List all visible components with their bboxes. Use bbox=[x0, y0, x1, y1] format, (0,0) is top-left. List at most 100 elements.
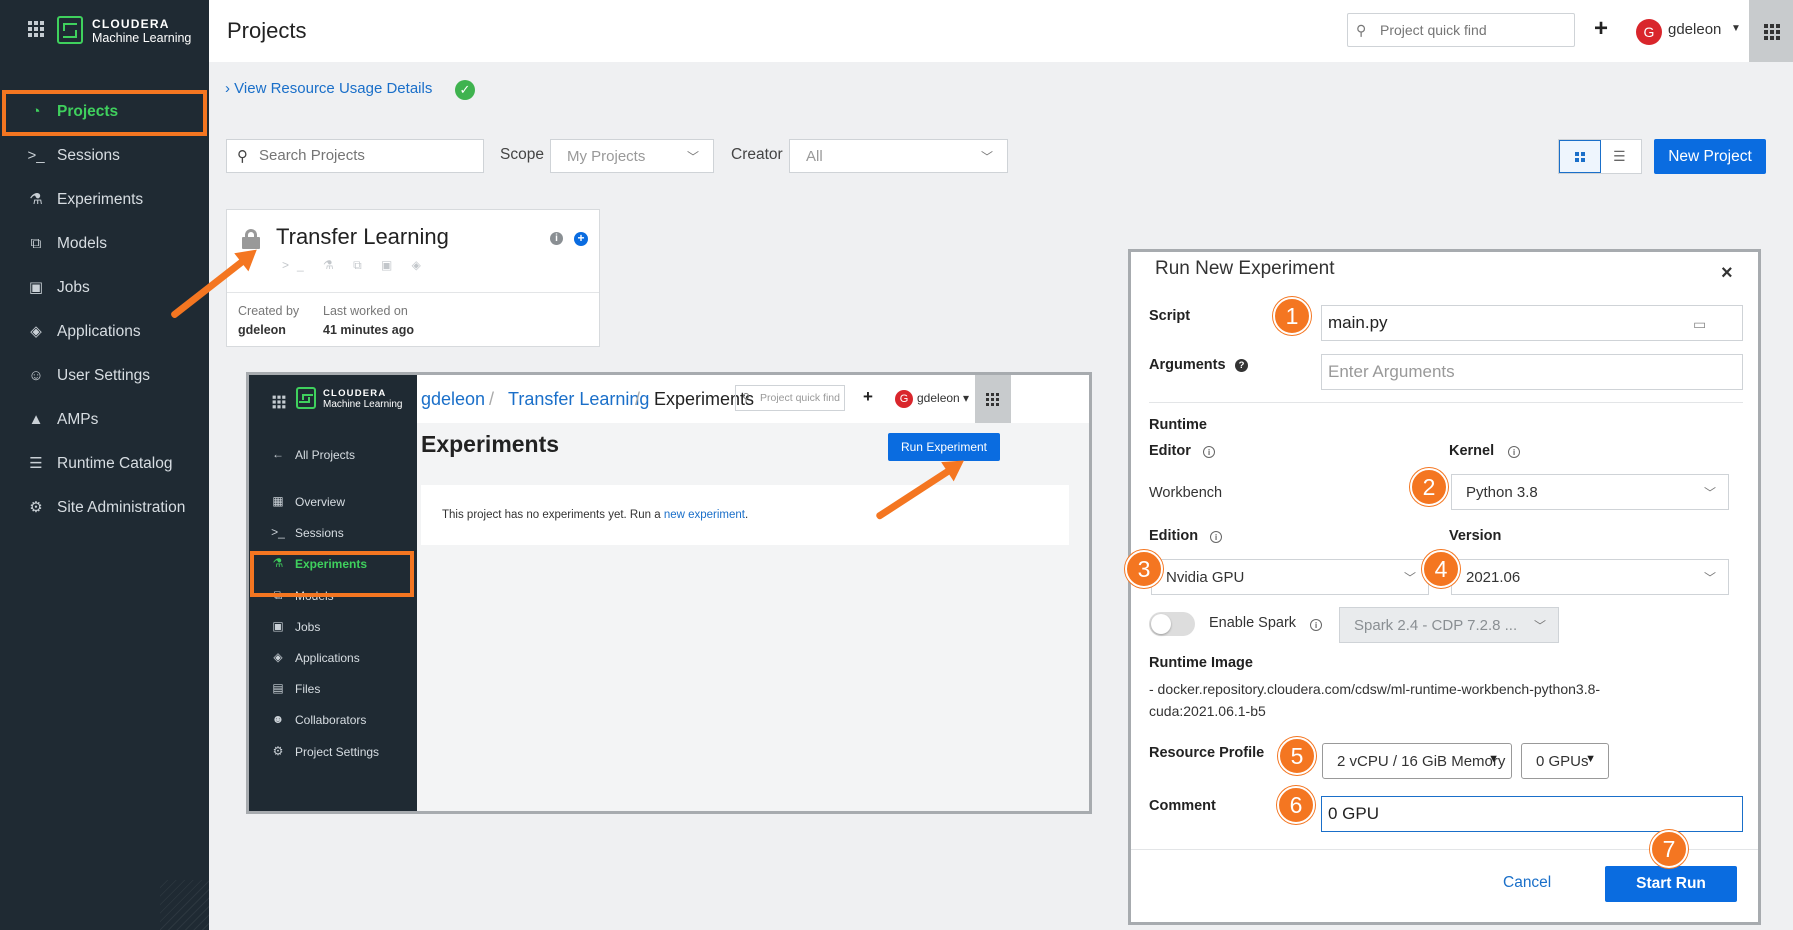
breadcrumb-user[interactable]: gdeleon bbox=[421, 389, 485, 410]
step-badge-4: 4 bbox=[1422, 550, 1460, 588]
project-title[interactable]: Transfer Learning bbox=[276, 224, 449, 250]
runtime-image-line2: cuda:2021.06.1-b5 bbox=[1149, 703, 1266, 719]
info-icon[interactable]: i bbox=[1310, 619, 1322, 631]
project-feature-icons: >_ ⚗ ⧉ ▣ ◈ bbox=[282, 258, 429, 272]
inset-nav-applications[interactable]: ◈ Applications bbox=[249, 641, 417, 675]
brand-name: CLOUDERA bbox=[323, 388, 387, 399]
search-icon: ⚲ bbox=[237, 148, 248, 165]
created-by-value: gdeleon bbox=[238, 323, 286, 337]
app-switcher-icon[interactable] bbox=[272, 395, 286, 409]
grid-view-icon bbox=[1575, 152, 1585, 162]
sidebar-pattern bbox=[160, 880, 209, 930]
sidebar-item-runtime-catalog[interactable]: ☰ Runtime Catalog bbox=[0, 442, 209, 486]
sidebar-item-sessions[interactable]: >_ Sessions bbox=[0, 134, 209, 178]
info-icon[interactable]: i bbox=[1203, 446, 1215, 458]
apps-grid-icon bbox=[1764, 24, 1780, 40]
caret-down-icon[interactable]: ▼ bbox=[1731, 23, 1741, 34]
brand-product: Machine Learning bbox=[92, 31, 192, 45]
sidebar-item-models[interactable]: ⧉ Models bbox=[0, 222, 209, 266]
info-icon[interactable]: i bbox=[1508, 446, 1520, 458]
arguments-input[interactable]: Enter Arguments bbox=[1321, 354, 1743, 390]
inset-avatar[interactable]: G bbox=[895, 390, 913, 408]
inset-nav-project-settings[interactable]: ⚙ Project Settings bbox=[249, 735, 417, 769]
help-icon[interactable]: ? bbox=[1235, 359, 1248, 372]
edition-label: Edition bbox=[1149, 528, 1199, 544]
sidebar: CLOUDERA Machine Learning ◔ Projects >_ Se… bbox=[0, 0, 209, 930]
amps-icon: ▲ bbox=[28, 411, 44, 428]
all-projects-link[interactable]: ← All Projects bbox=[249, 438, 417, 472]
add-button[interactable]: + bbox=[1594, 15, 1608, 43]
inset-apps-menu[interactable] bbox=[975, 375, 1011, 423]
step-badge-5: 5 bbox=[1278, 737, 1316, 775]
gpus-select[interactable]: 0 GPUs ▼ bbox=[1521, 743, 1609, 779]
breadcrumb-project[interactable]: Transfer Learning bbox=[508, 389, 649, 410]
info-icon[interactable]: i bbox=[550, 232, 563, 245]
chevron-down-icon: ﹀ bbox=[1533, 619, 1546, 633]
resource-profile-label: Resource Profile bbox=[1149, 745, 1265, 761]
sidebar-item-amps[interactable]: ▲ AMPs bbox=[0, 398, 209, 442]
creator-label: Creator bbox=[731, 146, 783, 163]
last-worked-value: 41 minutes ago bbox=[323, 323, 414, 337]
inset-nav-jobs[interactable]: ▣ Jobs bbox=[249, 610, 417, 644]
inset-quick-find[interactable]: ⚲ Project quick find bbox=[735, 385, 845, 411]
scope-dropdown[interactable]: My Projects ﹀ bbox=[550, 139, 714, 173]
arguments-label: Arguments bbox=[1149, 357, 1226, 373]
inset-nav-collaborators[interactable]: ☻ Collaborators bbox=[249, 703, 417, 737]
comment-label: Comment bbox=[1149, 798, 1216, 814]
project-card[interactable]: Transfer Learning i + >_ ⚗ ⧉ ▣ ◈ Created… bbox=[226, 209, 600, 347]
list-icon: ☰ bbox=[29, 455, 43, 472]
cancel-button[interactable]: Cancel bbox=[1503, 874, 1551, 892]
comment-input[interactable]: 0 GPU bbox=[1321, 796, 1743, 832]
version-label: Version bbox=[1449, 528, 1502, 544]
gear-icon: ⚙ bbox=[272, 744, 284, 758]
enable-spark-toggle[interactable] bbox=[1149, 612, 1195, 636]
apps-grid-icon bbox=[986, 393, 999, 406]
script-input[interactable]: main.py bbox=[1321, 305, 1743, 341]
chevron-down-icon: ▼ bbox=[1585, 753, 1596, 765]
creator-dropdown[interactable]: All ﹀ bbox=[789, 139, 1008, 173]
inset-user-menu[interactable]: gdeleon ▾ bbox=[917, 391, 969, 405]
app-switcher-icon[interactable] bbox=[28, 21, 44, 37]
model-graph-icon: ⧉ bbox=[30, 235, 42, 252]
search-projects[interactable]: ⚲ bbox=[226, 139, 484, 173]
apps-menu-button[interactable] bbox=[1749, 0, 1793, 62]
inset-nav-files[interactable]: ▤ Files bbox=[249, 672, 417, 706]
close-icon[interactable]: × bbox=[1721, 262, 1733, 285]
chevron-down-icon: ﹀ bbox=[1703, 486, 1716, 500]
avatar[interactable]: G bbox=[1636, 19, 1662, 45]
resource-profile-select[interactable]: 2 vCPU / 16 GiB Memory ▼ bbox=[1322, 743, 1512, 779]
inset-add-button[interactable]: + bbox=[863, 387, 873, 407]
list-view-icon[interactable]: ☰ bbox=[1613, 148, 1626, 165]
version-select[interactable]: 2021.06 ﹀ bbox=[1451, 559, 1729, 595]
search-projects-input[interactable] bbox=[259, 147, 474, 164]
info-icon[interactable]: i bbox=[1210, 531, 1222, 543]
resource-usage-link[interactable]: › View Resource Usage Details bbox=[225, 80, 432, 97]
new-project-button[interactable]: New Project bbox=[1654, 139, 1766, 174]
project-quick-find[interactable]: ⚲ bbox=[1347, 13, 1575, 47]
user-menu[interactable]: gdeleon bbox=[1668, 21, 1721, 38]
inset-nav-overview[interactable]: ▦ Overview bbox=[249, 485, 417, 519]
jobs-icon: ▣ bbox=[28, 279, 44, 296]
page-title: Projects bbox=[227, 18, 307, 43]
runtime-image-line1: - docker.repository.cloudera.com/cdsw/ml… bbox=[1149, 681, 1601, 697]
run-experiment-button[interactable]: Run Experiment bbox=[888, 433, 1000, 461]
kernel-label: Kernel bbox=[1449, 443, 1495, 459]
quick-find-input[interactable] bbox=[1380, 20, 1565, 40]
sidebar-item-site-administration[interactable]: ⚙ Site Administration bbox=[0, 486, 209, 530]
kernel-select[interactable]: Python 3.8 ﹀ bbox=[1451, 474, 1729, 510]
inset-nav-sessions[interactable]: >_ Sessions bbox=[249, 516, 417, 550]
sidebar-item-user-settings[interactable]: ☺ User Settings bbox=[0, 354, 209, 398]
start-run-button[interactable]: Start Run bbox=[1605, 866, 1737, 902]
folder-icon[interactable]: ▭ bbox=[1693, 316, 1706, 333]
grid-view-button[interactable] bbox=[1559, 140, 1601, 173]
gear-icon: ⚙ bbox=[29, 499, 43, 516]
scope-label: Scope bbox=[500, 146, 544, 163]
edition-select[interactable]: Nvidia GPU ﹀ bbox=[1151, 559, 1429, 595]
sidebar-item-applications[interactable]: ◈ Applications bbox=[0, 310, 209, 354]
sidebar-item-jobs[interactable]: ▣ Jobs bbox=[0, 266, 209, 310]
add-circle-icon[interactable]: + bbox=[574, 232, 588, 246]
new-experiment-link[interactable]: new experiment bbox=[664, 509, 745, 521]
brand-name: CLOUDERA bbox=[92, 17, 170, 31]
users-icon: ☻ bbox=[271, 712, 285, 726]
sidebar-item-experiments[interactable]: ⚗ Experiments bbox=[0, 178, 209, 222]
